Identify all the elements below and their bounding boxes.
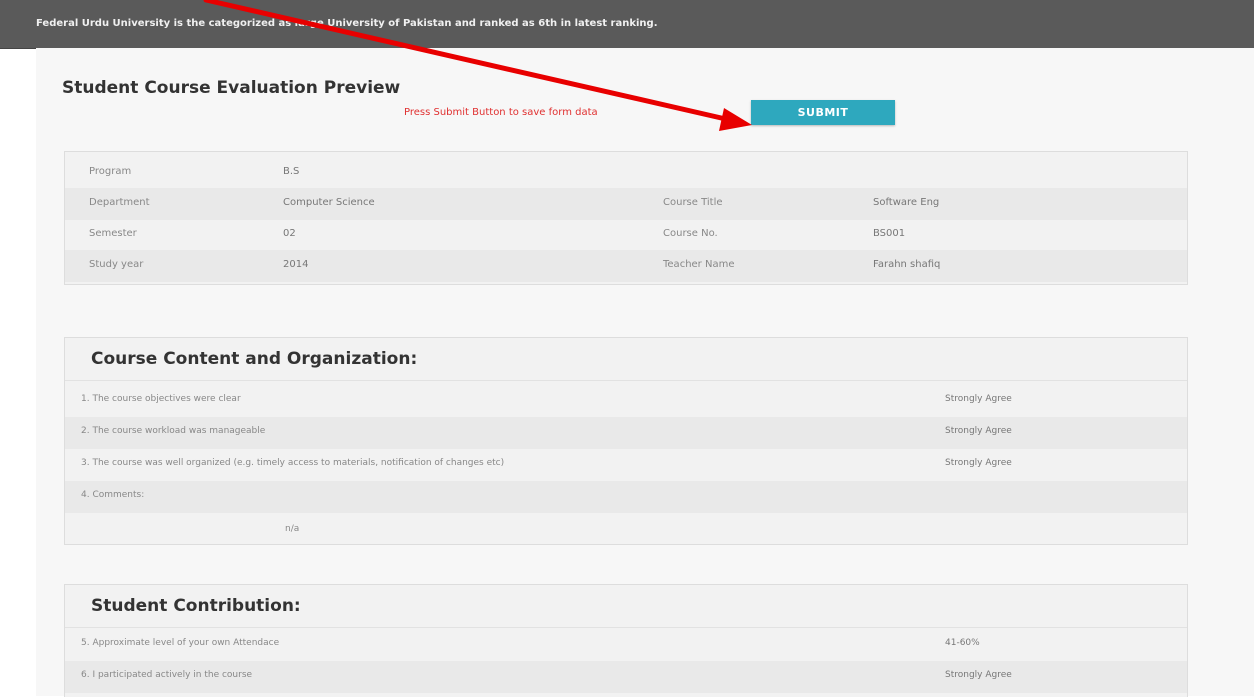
info-row-program: Program B.S [65,157,1187,189]
question-row: 6. I participated actively in the course… [65,661,1187,693]
course-title-label: Course Title [663,197,723,208]
question-text: 6. I participated actively in the course [81,670,253,680]
answer-text: Strongly Agree [945,394,1012,404]
program-label: Program [89,166,132,177]
submit-hint: Press Submit Button to save form data [404,107,598,118]
course-info-panel: Program B.S Department Computer Science … [64,151,1188,285]
question-row: 5. Approximate level of your own Attenda… [65,629,1187,661]
teacher-name-value: Farahn shafiq [873,259,941,270]
program-value: B.S [283,166,300,177]
banner-text: Federal Urdu University is the categoriz… [36,18,658,29]
answer-text: Strongly Agree [945,670,1012,680]
question-text: 5. Approximate level of your own Attenda… [81,638,280,648]
student-contribution-header: Student Contribution: [65,585,1187,628]
course-no-value: BS001 [873,228,906,239]
comments-value: n/a [285,524,300,534]
question-row: 1. The course objectives were clear Stro… [65,385,1187,417]
submit-button[interactable]: SUBMIT [751,100,895,125]
question-text: 3. The course was well organized (e.g. t… [81,458,505,468]
course-content-section: Course Content and Organization: 1. The … [64,337,1188,545]
semester-value: 02 [283,228,296,239]
semester-label: Semester [89,228,137,239]
course-no-label: Course No. [663,228,718,239]
department-label: Department [89,197,150,208]
answer-text: Strongly Agree [945,426,1012,436]
info-row-semester: Semester 02 Course No. BS001 [65,219,1187,251]
top-banner: Federal Urdu University is the categoriz… [0,0,1254,49]
comments-label: 4. Comments: [81,490,145,500]
question-text: 1. The course objectives were clear [81,394,241,404]
answer-text: 41-60% [945,638,980,648]
student-contribution-heading: Student Contribution: [91,596,301,616]
question-text: 2. The course workload was manageable [81,426,266,436]
question-row: 3. The course was well organized (e.g. t… [65,449,1187,481]
study-year-label: Study year [89,259,144,270]
department-value: Computer Science [283,197,375,208]
course-content-header: Course Content and Organization: [65,338,1187,381]
info-row-department: Department Computer Science Course Title… [65,188,1187,220]
teacher-name-label: Teacher Name [663,259,735,270]
question-row: 2. The course workload was manageable St… [65,417,1187,449]
course-title-value: Software Eng [873,197,940,208]
page-title: Student Course Evaluation Preview [62,78,401,98]
course-content-heading: Course Content and Organization: [91,349,418,369]
comments-row: 4. Comments: [65,481,1187,513]
study-year-value: 2014 [283,259,309,270]
info-row-study-year: Study year 2014 Teacher Name Farahn shaf… [65,250,1187,282]
answer-text: Strongly Agree [945,458,1012,468]
student-contribution-section: Student Contribution: 5. Approximate lev… [64,584,1188,697]
